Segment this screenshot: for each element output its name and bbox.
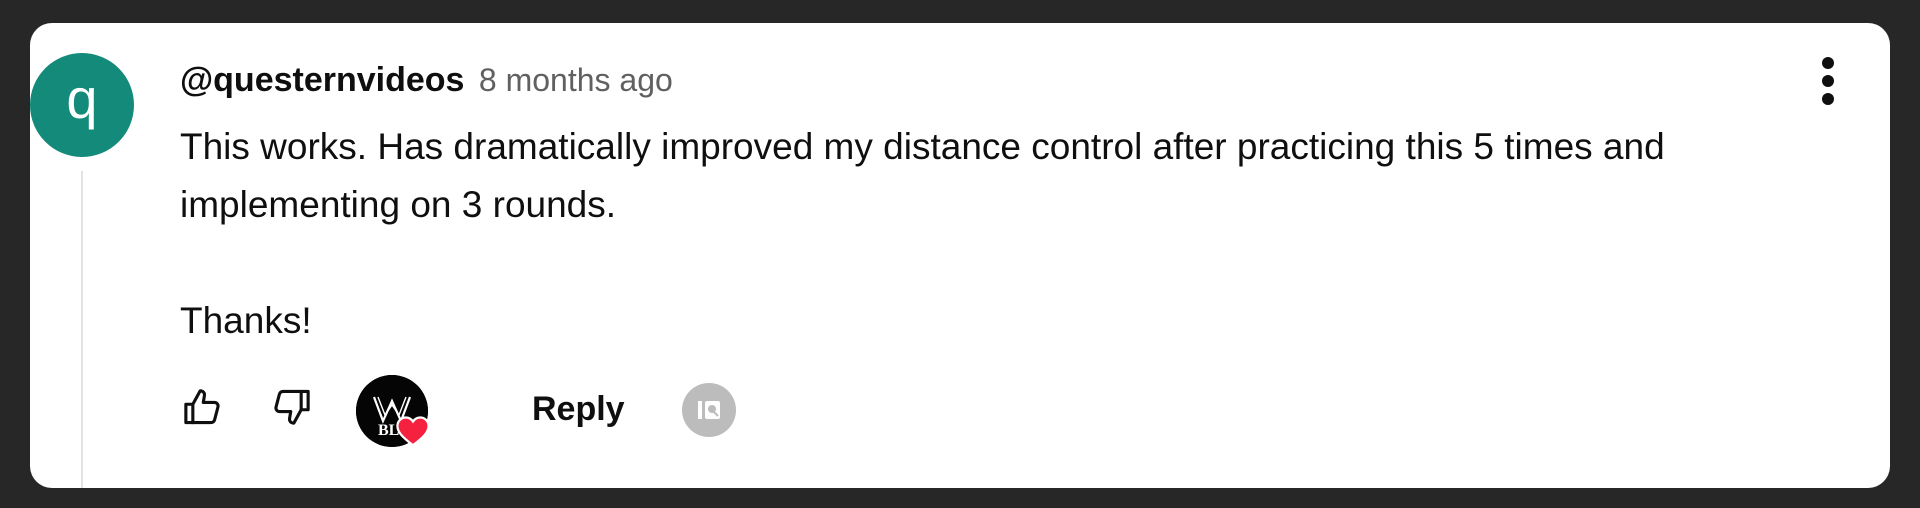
avatar-letter: q: [66, 67, 98, 130]
menu-dot: [1822, 75, 1834, 87]
dislike-button[interactable]: [270, 385, 314, 429]
menu-dot: [1822, 57, 1834, 69]
comment-body: This works. Has dramatically improved my…: [180, 118, 1840, 350]
thumbs-down-icon: [274, 389, 310, 425]
avatar[interactable]: q: [30, 53, 134, 157]
comment-card: q @questernvideos 8 months ago This work…: [30, 23, 1890, 488]
heart-icon: [396, 416, 430, 447]
pinned-badge-button[interactable]: [682, 383, 736, 437]
comment-header: @questernvideos 8 months ago: [180, 61, 673, 100]
comment-text: Thanks!: [180, 300, 312, 341]
author-name[interactable]: @questernvideos: [180, 61, 464, 99]
creator-heart-avatar[interactable]: BL: [356, 375, 430, 447]
thread-line: [81, 171, 83, 488]
more-actions-icon[interactable]: [1813, 53, 1843, 109]
reply-button[interactable]: Reply: [448, 381, 625, 437]
pinned-badge-icon: [698, 401, 720, 419]
thumbs-up-icon: [184, 389, 220, 425]
like-button[interactable]: [180, 385, 224, 429]
menu-dot: [1822, 93, 1834, 105]
reply-label: Reply: [532, 389, 625, 428]
comment-text: This works. Has dramatically improved my…: [180, 126, 1665, 225]
comment-time[interactable]: 8 months ago: [479, 62, 673, 98]
